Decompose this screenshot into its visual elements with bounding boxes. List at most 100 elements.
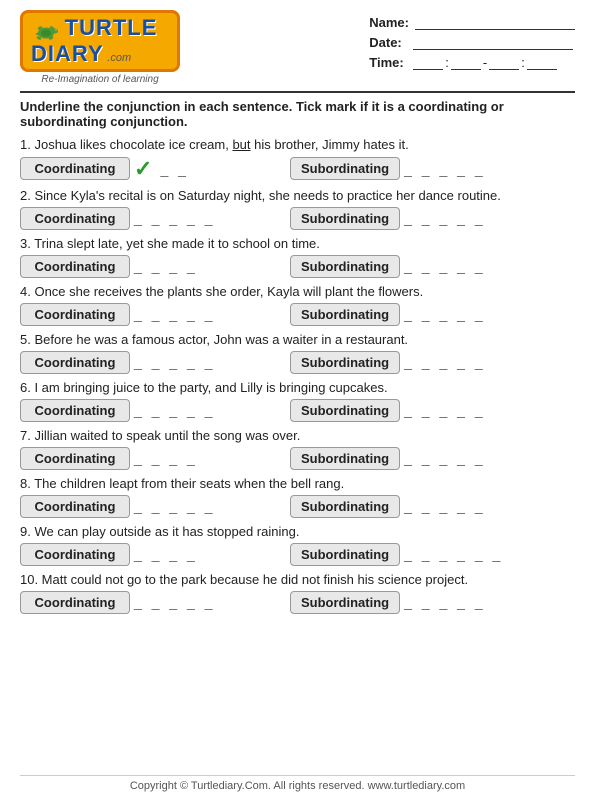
coordinating-button-9[interactable]: Coordinating bbox=[20, 543, 130, 566]
question-after-1: his brother, Jimmy hates it. bbox=[251, 137, 409, 152]
question-text-8: 8. The children leapt from their seats w… bbox=[20, 476, 575, 491]
time-m1[interactable] bbox=[451, 54, 481, 70]
left-group-6: Coordinating _ _ _ _ _ bbox=[20, 399, 290, 422]
logo-tagline: Re-Imagination of learning bbox=[41, 74, 158, 85]
question-7: 7. Jillian waited to speak until the son… bbox=[20, 428, 575, 470]
answer-row-9: Coordinating _ _ _ _Subordinating _ _ _ … bbox=[20, 543, 575, 566]
right-group-6: Subordinating _ _ _ _ _ bbox=[290, 399, 490, 422]
dashes-right-8: _ _ _ _ _ bbox=[404, 498, 486, 514]
subordinating-button-8[interactable]: Subordinating bbox=[290, 495, 400, 518]
answer-row-8: Coordinating _ _ _ _ _Subordinating _ _ … bbox=[20, 495, 575, 518]
checkmark-coordinating-1: ✓ bbox=[134, 156, 152, 182]
right-group-8: Subordinating _ _ _ _ _ bbox=[290, 495, 490, 518]
dashes-left-6: _ _ _ _ _ bbox=[134, 402, 216, 418]
footer: Copyright © Turtlediary.Com. All rights … bbox=[20, 775, 575, 792]
time-colon2: : bbox=[521, 55, 525, 70]
time-inputs: : - : bbox=[413, 54, 557, 70]
question-text-3: 3. Trina slept late, yet she made it to … bbox=[20, 236, 575, 251]
answer-row-7: Coordinating _ _ _ _Subordinating _ _ _ … bbox=[20, 447, 575, 470]
left-group-7: Coordinating _ _ _ _ bbox=[20, 447, 290, 470]
right-group-10: Subordinating _ _ _ _ _ bbox=[290, 591, 490, 614]
question-text-4: 4. Once she receives the plants she orde… bbox=[20, 284, 575, 299]
instructions: Underline the conjunction in each senten… bbox=[20, 91, 575, 129]
right-group-5: Subordinating _ _ _ _ _ bbox=[290, 351, 490, 374]
conjunction-1: but bbox=[232, 137, 250, 152]
left-group-2: Coordinating _ _ _ _ _ bbox=[20, 207, 290, 230]
subordinating-button-7[interactable]: Subordinating bbox=[290, 447, 400, 470]
turtle-icon bbox=[31, 21, 61, 43]
question-5: 5. Before he was a famous actor, John wa… bbox=[20, 332, 575, 374]
dashes-left-10: _ _ _ _ _ bbox=[134, 594, 216, 610]
time-field: Time: : - : bbox=[369, 54, 557, 70]
question-before-1: Joshua likes chocolate ice cream, bbox=[34, 137, 232, 152]
name-field: Name: bbox=[369, 14, 575, 30]
question-text-10: 10. Matt could not go to the park becaus… bbox=[20, 572, 575, 587]
answer-row-10: Coordinating _ _ _ _ _Subordinating _ _ … bbox=[20, 591, 575, 614]
dashes-right-3: _ _ _ _ _ bbox=[404, 258, 486, 274]
coordinating-button-4[interactable]: Coordinating bbox=[20, 303, 130, 326]
time-h2[interactable] bbox=[489, 54, 519, 70]
right-group-1: Subordinating _ _ _ _ _ bbox=[290, 157, 490, 180]
question-6: 6. I am bringing juice to the party, and… bbox=[20, 380, 575, 422]
question-10: 10. Matt could not go to the park becaus… bbox=[20, 572, 575, 614]
subordinating-button-9[interactable]: Subordinating bbox=[290, 543, 400, 566]
logo-dotcom: .com bbox=[107, 52, 131, 64]
question-8: 8. The children leapt from their seats w… bbox=[20, 476, 575, 518]
question-9: 9. We can play outside as it has stopped… bbox=[20, 524, 575, 566]
dashes-left-4: _ _ _ _ _ bbox=[134, 306, 216, 322]
dashes-left-2: _ _ _ _ _ bbox=[134, 210, 216, 226]
time-colon1: : bbox=[445, 55, 449, 70]
question-text-5: 5. Before he was a famous actor, John wa… bbox=[20, 332, 575, 347]
subordinating-button-6[interactable]: Subordinating bbox=[290, 399, 400, 422]
dashes-left-1: _ _ bbox=[160, 161, 188, 177]
subordinating-button-1[interactable]: Subordinating bbox=[290, 157, 400, 180]
coordinating-button-1[interactable]: Coordinating bbox=[20, 157, 130, 180]
dashes-left-5: _ _ _ _ _ bbox=[134, 354, 216, 370]
subordinating-button-4[interactable]: Subordinating bbox=[290, 303, 400, 326]
dashes-right-10: _ _ _ _ _ bbox=[404, 594, 486, 610]
coordinating-button-2[interactable]: Coordinating bbox=[20, 207, 130, 230]
dashes-right-9: _ _ _ _ _ _ bbox=[404, 546, 503, 562]
question-text-6: 6. I am bringing juice to the party, and… bbox=[20, 380, 575, 395]
coordinating-button-3[interactable]: Coordinating bbox=[20, 255, 130, 278]
coordinating-button-5[interactable]: Coordinating bbox=[20, 351, 130, 374]
time-h1[interactable] bbox=[413, 54, 443, 70]
logo-area: TURTLE DIARY .com Re-Imagination of lear… bbox=[20, 10, 180, 85]
question-text-2: 2. Since Kyla's recital is on Saturday n… bbox=[20, 188, 575, 203]
date-label: Date: bbox=[369, 35, 407, 50]
dashes-left-3: _ _ _ _ bbox=[134, 258, 198, 274]
subordinating-button-5[interactable]: Subordinating bbox=[290, 351, 400, 374]
coordinating-button-8[interactable]: Coordinating bbox=[20, 495, 130, 518]
dashes-right-2: _ _ _ _ _ bbox=[404, 210, 486, 226]
date-line[interactable] bbox=[413, 34, 573, 50]
right-group-9: Subordinating _ _ _ _ _ _ bbox=[290, 543, 507, 566]
left-group-9: Coordinating _ _ _ _ bbox=[20, 543, 290, 566]
question-4: 4. Once she receives the plants she orde… bbox=[20, 284, 575, 326]
right-group-3: Subordinating _ _ _ _ _ bbox=[290, 255, 490, 278]
form-fields: Name: Date: Time: : - : bbox=[369, 10, 575, 70]
coordinating-button-7[interactable]: Coordinating bbox=[20, 447, 130, 470]
question-text-1: 1. Joshua likes chocolate ice cream, but… bbox=[20, 137, 575, 152]
name-label: Name: bbox=[369, 15, 409, 30]
time-m2[interactable] bbox=[527, 54, 557, 70]
coordinating-button-10[interactable]: Coordinating bbox=[20, 591, 130, 614]
dashes-right-4: _ _ _ _ _ bbox=[404, 306, 486, 322]
question-number-1: 1. bbox=[20, 137, 34, 152]
right-group-4: Subordinating _ _ _ _ _ bbox=[290, 303, 490, 326]
dashes-left-9: _ _ _ _ bbox=[134, 546, 198, 562]
logo-box: TURTLE DIARY .com bbox=[20, 10, 180, 72]
name-line[interactable] bbox=[415, 14, 575, 30]
left-group-8: Coordinating _ _ _ _ _ bbox=[20, 495, 290, 518]
question-3: 3. Trina slept late, yet she made it to … bbox=[20, 236, 575, 278]
left-group-4: Coordinating _ _ _ _ _ bbox=[20, 303, 290, 326]
question-2: 2. Since Kyla's recital is on Saturday n… bbox=[20, 188, 575, 230]
left-group-3: Coordinating _ _ _ _ bbox=[20, 255, 290, 278]
time-label: Time: bbox=[369, 55, 407, 70]
answer-row-1: Coordinating ✓ _ _ Subordinating _ _ _ _ … bbox=[20, 156, 575, 182]
subordinating-button-3[interactable]: Subordinating bbox=[290, 255, 400, 278]
subordinating-button-2[interactable]: Subordinating bbox=[290, 207, 400, 230]
subordinating-button-10[interactable]: Subordinating bbox=[290, 591, 400, 614]
right-group-7: Subordinating _ _ _ _ _ bbox=[290, 447, 490, 470]
page: TURTLE DIARY .com Re-Imagination of lear… bbox=[0, 0, 595, 800]
coordinating-button-6[interactable]: Coordinating bbox=[20, 399, 130, 422]
